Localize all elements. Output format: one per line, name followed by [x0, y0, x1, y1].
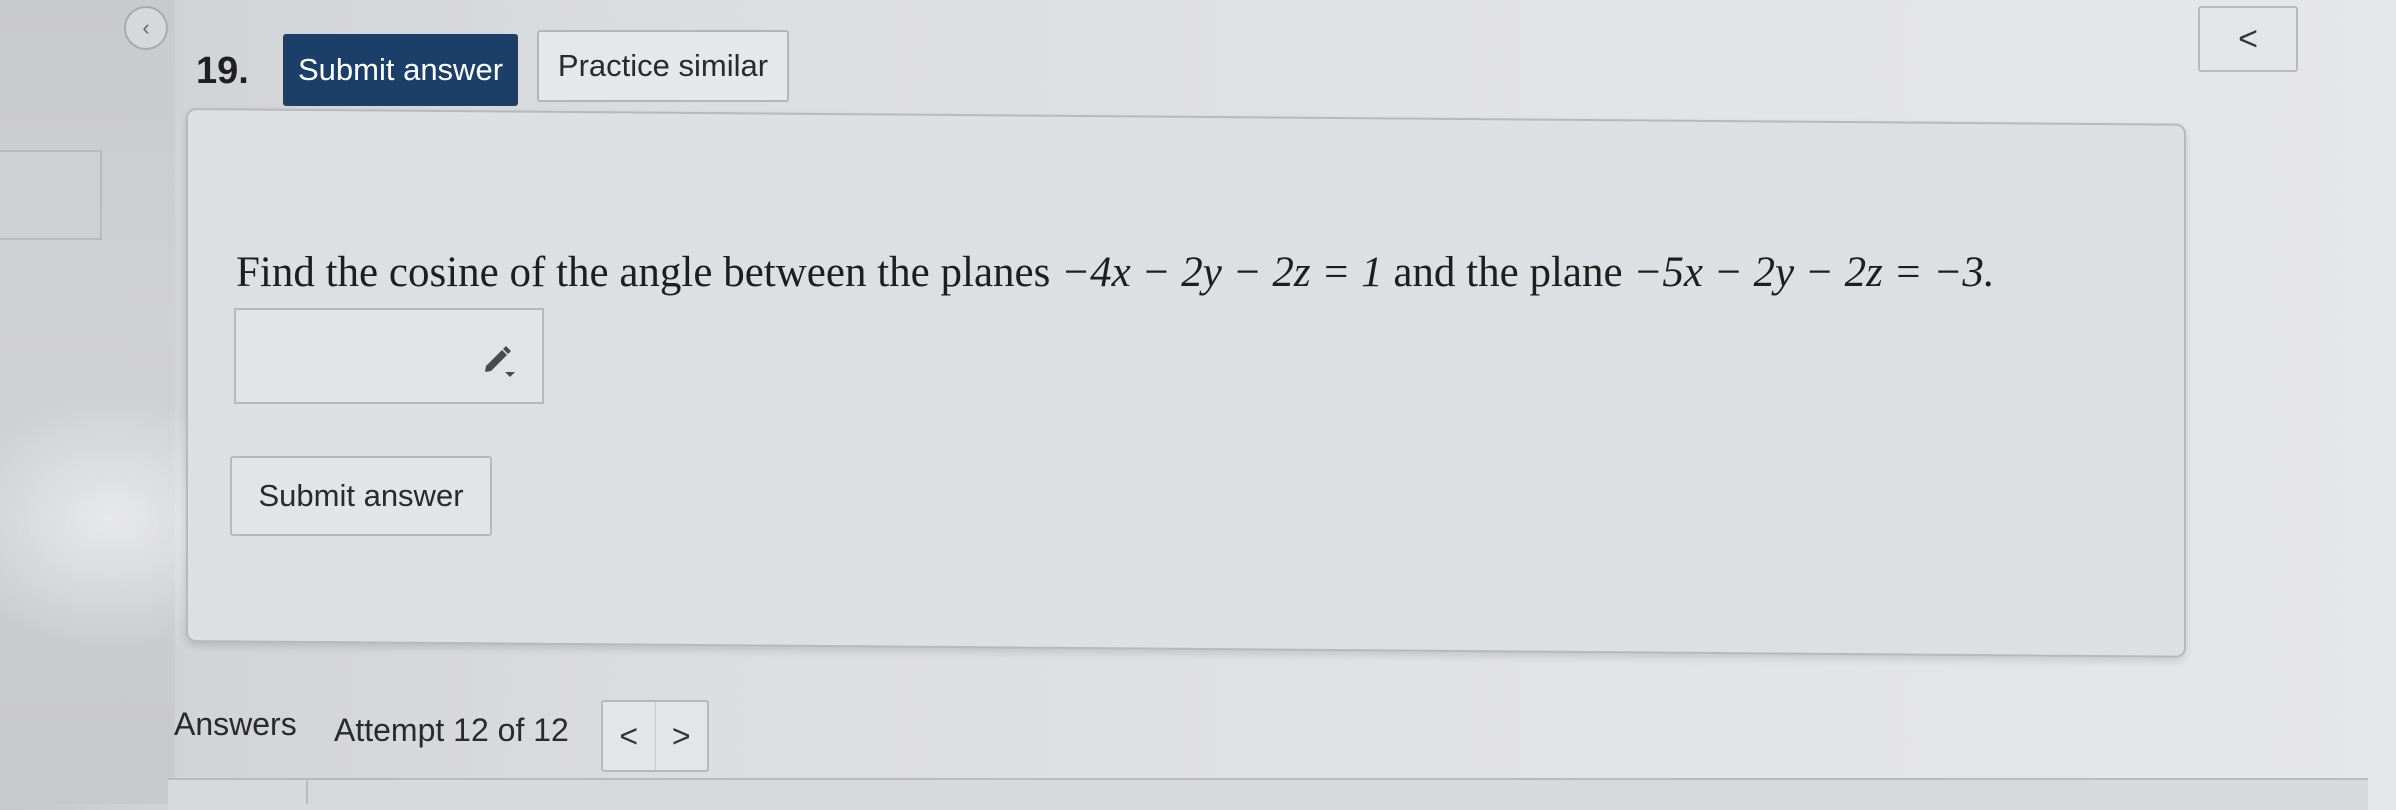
chevron-left-icon: <: [619, 717, 639, 754]
previous-attempt-button[interactable]: <: [603, 702, 655, 770]
plane-equation-1: −4x − 2y − 2z = 1: [1061, 249, 1383, 296]
question-prompt: Find the cosine of the angle between the…: [236, 249, 1051, 296]
collapse-panel-button[interactable]: <: [2198, 6, 2298, 72]
attempt-counter: Attempt 12 of 12: [334, 712, 569, 748]
chevron-right-icon: >: [671, 717, 691, 754]
chevron-left-icon: ‹: [142, 15, 150, 40]
question-connector: and the plane: [1393, 249, 1623, 296]
sidebar-panel[interactable]: [0, 150, 102, 240]
plane-equation-2: −5x − 2y − 2z = −3.: [1633, 249, 1995, 296]
attempt-pager: < >: [601, 700, 709, 772]
submit-answer-button-top[interactable]: Submit answer: [283, 34, 518, 106]
divider: [306, 780, 308, 804]
chevron-left-icon: <: [2238, 19, 2258, 58]
practice-similar-button[interactable]: Practice similar: [537, 30, 789, 102]
back-button[interactable]: ‹: [124, 6, 168, 50]
next-attempt-button[interactable]: >: [654, 702, 708, 770]
submit-answer-button[interactable]: Submit answer: [230, 456, 492, 536]
pencil-icon[interactable]: [478, 338, 518, 378]
question-number: 19.: [196, 50, 249, 92]
answers-label: Answers: [174, 706, 297, 742]
answers-panel-edge: [168, 778, 2368, 810]
question-text: Find the cosine of the angle between the…: [236, 248, 1995, 297]
